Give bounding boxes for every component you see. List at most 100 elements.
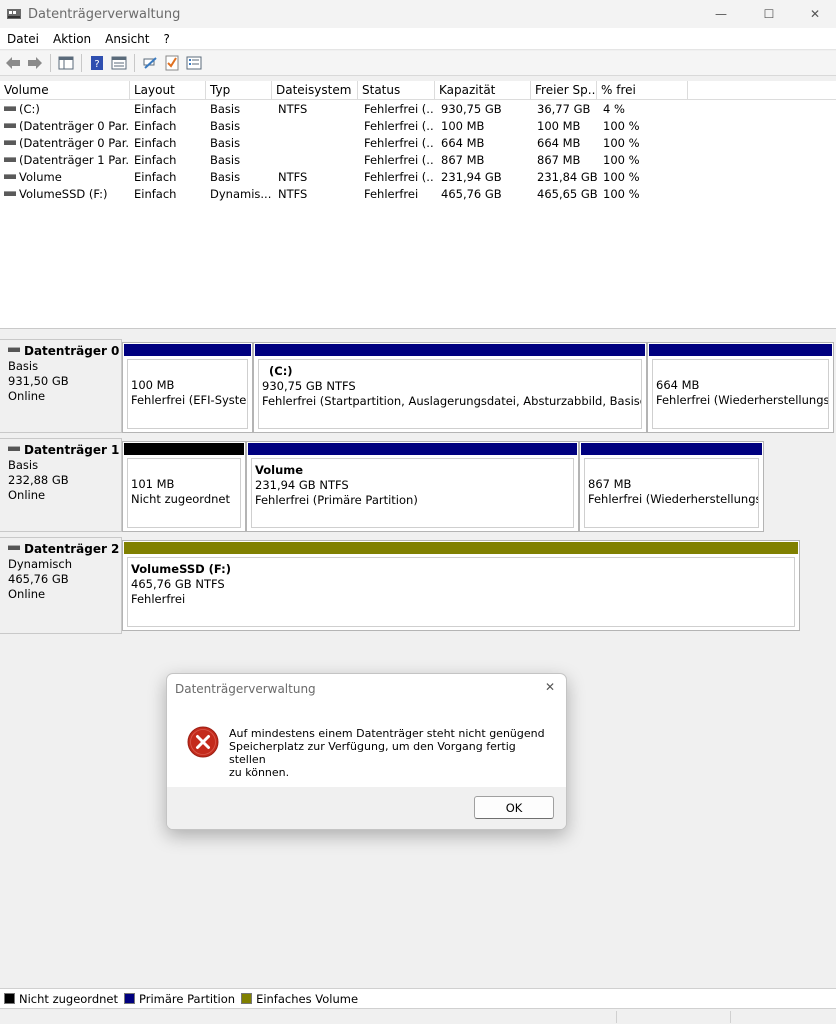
table-row[interactable]: (C:) Einfach Basis NTFS Fehlerfrei (... 930,7…: [0, 101, 836, 118]
table-cell: 664 MB: [441, 135, 533, 152]
table-cell: 100 %: [603, 152, 683, 169]
column-header-status[interactable]: Status: [358, 81, 435, 100]
column-header-volume[interactable]: Volume: [0, 81, 130, 100]
menu-datei[interactable]: Datei: [0, 32, 46, 46]
menu-help[interactable]: ?: [156, 32, 176, 46]
disk-1-label[interactable]: Datenträger 1 Basis 232,88 GB Online: [0, 438, 122, 532]
table-cell-text: Fehlerfrei: [364, 187, 419, 201]
ok-button[interactable]: OK: [474, 796, 554, 819]
settings-list-icon: [186, 56, 202, 70]
table-row[interactable]: (Datenträger 1 Par... Einfach Basis Fehlerf…: [0, 152, 836, 169]
title-bar: Datenträgerverwaltung — ☐ ✕: [0, 0, 836, 28]
legend-label: Primäre Partition: [139, 991, 236, 1006]
table-row[interactable]: (Datenträger 0 Par... Einfach Basis Fehlerf…: [0, 135, 836, 152]
check-button[interactable]: [161, 53, 183, 73]
table-row[interactable]: (Datenträger 0 Par... Einfach Basis Fehlerf…: [0, 118, 836, 135]
table-cell-text: Volume: [19, 170, 62, 184]
maximize-icon: ☐: [763, 7, 775, 21]
partition-disk1-volume[interactable]: Volume 231,94 GB NTFS Fehlerfrei (Primär…: [246, 441, 579, 532]
disk-icon: [8, 545, 20, 550]
partition-body: 867 MB Fehlerfrei (Wiederherstellungspar…: [584, 458, 759, 528]
partition-disk0-efi[interactable]: 100 MB Fehlerfrei (EFI-Systempartition): [122, 342, 253, 433]
table-row[interactable]: Volume Einfach Basis NTFS Fehlerfrei (... 231…: [0, 169, 836, 186]
table-cell: Einfach: [134, 186, 206, 203]
error-icon: [187, 726, 219, 758]
toolbar-separator: [134, 54, 135, 72]
legend-item-primary: Primäre Partition: [124, 992, 235, 1006]
legend-bar: Nicht zugeordnet Primäre Partition Einfa…: [0, 988, 836, 1008]
table-cell: Basis: [210, 152, 274, 169]
close-button[interactable]: ✕: [792, 0, 836, 28]
dialog-close-button[interactable]: ✕: [542, 679, 558, 695]
table-cell-text: Basis: [210, 153, 241, 167]
volume-icon: [4, 140, 16, 145]
settings-list-button[interactable]: [183, 53, 205, 73]
table-cell: 930,75 GB: [441, 101, 533, 118]
properties-button[interactable]: [108, 53, 130, 73]
menu-aktion[interactable]: Aktion: [46, 32, 98, 46]
svg-text:?: ?: [94, 59, 99, 70]
partition-disk2-volumessd[interactable]: VolumeSSD (F:) 465,76 GB NTFS Fehlerfrei: [122, 540, 800, 631]
disk-state: Online: [8, 587, 46, 601]
table-cell: [278, 118, 360, 135]
table-cell-text: Fehlerfrei (...: [364, 119, 434, 133]
status-divider: [730, 1011, 731, 1023]
legend-item-simple-volume: Einfaches Volume: [241, 992, 358, 1006]
forward-arrow-icon: [28, 57, 42, 69]
menu-ansicht[interactable]: Ansicht: [98, 32, 156, 46]
table-cell-text: 867 MB: [537, 153, 581, 167]
partition-status: Fehlerfrei (Wiederherstellungspartition): [656, 393, 829, 407]
connect-button[interactable]: [139, 53, 161, 73]
column-header-free-space[interactable]: Freier Sp...: [531, 81, 597, 100]
partition-size: 930,75 GB NTFS: [262, 379, 356, 393]
table-cell: Fehlerfrei (...: [364, 152, 434, 169]
partition-disk1-recovery[interactable]: 867 MB Fehlerfrei (Wiederherstellungspar…: [579, 441, 764, 532]
disk-2-label[interactable]: Datenträger 2 Dynamisch 465,76 GB Online: [0, 537, 122, 634]
partition-disk0-recovery[interactable]: 664 MB Fehlerfrei (Wiederherstellungspar…: [647, 342, 834, 433]
partition-disk0-c[interactable]: (C:) 930,75 GB NTFS Fehlerfrei (Startpar…: [253, 342, 647, 433]
table-cell-text: NTFS: [278, 170, 308, 184]
maximize-button[interactable]: ☐: [746, 0, 792, 28]
partition-size: 231,94 GB NTFS: [255, 478, 349, 492]
show-hide-console-tree-icon: [58, 56, 74, 70]
column-header-capacity[interactable]: Kapazität: [435, 81, 531, 100]
table-cell-text: 36,77 GB: [537, 102, 591, 116]
column-header-filesystem[interactable]: Dateisystem: [272, 81, 358, 100]
table-cell-text: Einfach: [134, 187, 177, 201]
table-cell-text: (Datenträger 1 Par...: [19, 153, 128, 167]
table-cell-text: Einfach: [134, 136, 177, 150]
disk-kind: Dynamisch: [8, 557, 72, 571]
menu-bar: Datei Aktion Ansicht ?: [0, 28, 836, 50]
column-header-percent-free[interactable]: % frei: [597, 81, 688, 100]
volume-icon: [4, 123, 16, 128]
table-cell-text: 664 MB: [537, 136, 581, 150]
partition-color-bar: [255, 344, 645, 356]
console-tree-button[interactable]: [55, 53, 77, 73]
disk-0-label[interactable]: Datenträger 0 Basis 931,50 GB Online: [0, 339, 122, 433]
partition-name: VolumeSSD (F:): [131, 562, 232, 576]
disk-kind: Basis: [8, 458, 39, 472]
legend-swatch: [241, 993, 253, 1004]
table-cell-text: 867 MB: [441, 153, 485, 167]
table-row[interactable]: VolumeSSD (F:) Einfach Dynamis... NTFS Fehle…: [0, 186, 836, 203]
forward-button[interactable]: [24, 53, 46, 73]
table-cell: 4 %: [603, 101, 683, 118]
table-cell: 231,94 GB: [441, 169, 533, 186]
table-cell-text: 100 MB: [537, 119, 581, 133]
column-header-layout[interactable]: Layout: [130, 81, 206, 100]
partition-disk1-unallocated[interactable]: 101 MB Nicht zugeordnet: [122, 441, 246, 532]
disk-size: 465,76 GB: [8, 572, 69, 586]
column-header-type[interactable]: Typ: [206, 81, 272, 100]
help-button[interactable]: ?: [86, 53, 108, 73]
table-cell-text: 100 MB: [441, 119, 485, 133]
table-cell: Basis: [210, 169, 274, 186]
back-button[interactable]: [2, 53, 24, 73]
minimize-button[interactable]: —: [698, 0, 744, 28]
table-cell-text: Einfach: [134, 102, 177, 116]
volume-icon: [4, 174, 16, 179]
table-cell: 100 %: [603, 118, 683, 135]
disk-size: 931,50 GB: [8, 374, 69, 388]
table-cell-text: 231,84 GB: [537, 170, 598, 184]
table-cell: NTFS: [278, 101, 360, 118]
table-cell-text: Einfach: [134, 119, 177, 133]
